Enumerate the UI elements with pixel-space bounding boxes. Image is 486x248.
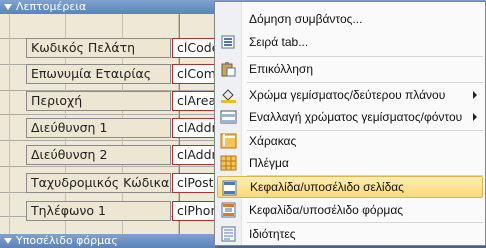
menu-item-label: Επικόλληση: [249, 62, 314, 76]
label-postal-code[interactable]: Ταχυδρομικός Κώδικας: [26, 173, 171, 193]
label-area[interactable]: Περιοχή: [26, 91, 171, 111]
fill-color-icon: [221, 89, 236, 103]
label-phone-1[interactable]: Τηλέφωνο 1: [26, 201, 171, 221]
menu-item-page-header-footer[interactable]: Κεφαλίδα/υποσέλιδο σελίδας: [217, 176, 483, 198]
submenu-arrow-icon: [473, 113, 477, 121]
menu-item-label: Κεφαλίδα/υποσέλιδο σελίδας: [250, 180, 404, 194]
menu-item-paste[interactable]: Επικόλληση: [217, 58, 483, 80]
menu-item-tab-order[interactable]: Σειρά tab...: [217, 31, 483, 53]
menu-item-label: Σειρά tab...: [249, 35, 309, 49]
label-customer-code[interactable]: Κωδικός Πελάτη: [26, 38, 171, 58]
grid-line: [9, 14, 10, 234]
tab-order-icon: [221, 35, 235, 49]
menu-item-label: Πλέγμα: [249, 156, 289, 170]
label-address-2[interactable]: Διεύθυνση 2: [26, 145, 171, 165]
menu-separator: [247, 82, 483, 83]
menu-item-label: Εναλλαγή χρώματος γεμίσματος/φόντου: [249, 110, 463, 124]
menu-separator: [247, 56, 483, 57]
grid-icon: [220, 155, 237, 171]
menu-item-label: Ιδιότητες: [249, 227, 296, 241]
menu-item-form-header-footer[interactable]: Κεφαλίδα/υποσέλιδο φόρμας: [217, 199, 483, 221]
menu-item-grid[interactable]: Πλέγμα: [217, 152, 483, 174]
label-company-name[interactable]: Επωνυμία Εταιρίας: [26, 64, 171, 84]
menu-item-fill-color[interactable]: Χρώμα γεμίσματος/δεύτερου πλάνου: [217, 84, 483, 106]
detail-section-label: Λεπτομέρεια: [16, 0, 87, 13]
menu-item-ruler[interactable]: Χάρακας: [217, 130, 483, 152]
page-header-footer-icon: [222, 180, 237, 196]
form-header-footer-icon: [221, 202, 236, 218]
label-address-1[interactable]: Διεύθυνση 1: [26, 118, 171, 138]
paste-icon: [221, 62, 236, 77]
menu-item-properties[interactable]: Ιδιότητες: [217, 223, 483, 245]
menu-item-alternate-fill-color[interactable]: Εναλλαγή χρώματος γεμίσματος/φόντου: [217, 106, 483, 128]
menu-item-label: Δόμηση συμβάντος...: [249, 12, 363, 26]
menu-item-label: Κεφαλίδα/υποσέλιδο φόρμας: [249, 203, 404, 217]
collapse-triangle-icon: [4, 238, 12, 244]
context-menu: Δόμηση συμβάντος... Σειρά tab... Επικόλλ…: [214, 1, 486, 246]
ruler-icon: [220, 133, 237, 149]
submenu-arrow-icon: [473, 91, 477, 99]
menu-item-build-event[interactable]: Δόμηση συμβάντος...: [217, 8, 483, 30]
collapse-triangle-icon: [4, 4, 12, 10]
form-footer-section-label: Υποσέλιδο φόρμας: [16, 234, 118, 247]
alternate-fill-icon: [220, 110, 237, 124]
menu-item-label: Χάρακας: [249, 134, 297, 148]
menu-item-label: Χρώμα γεμίσματος/δεύτερου πλάνου: [249, 88, 446, 102]
properties-icon: [221, 226, 236, 242]
